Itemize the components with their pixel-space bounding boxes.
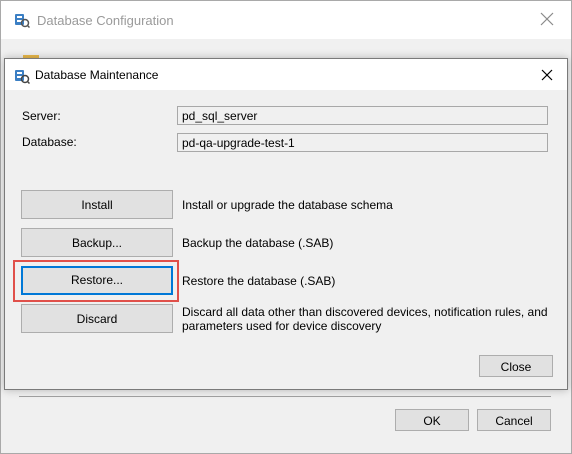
dialog-titlebar: Database Maintenance <box>5 59 567 90</box>
separator <box>19 396 551 397</box>
database-label: Database: <box>22 135 77 149</box>
database-field[interactable]: pd-qa-upgrade-test-1 <box>177 133 548 152</box>
restore-description: Restore the database (.SAB) <box>182 274 336 288</box>
app-database-icon <box>15 70 30 84</box>
discard-description-line2: parameters used for device discovery <box>182 319 382 333</box>
restore-button[interactable]: Restore... <box>21 266 173 295</box>
install-button[interactable]: Install <box>21 190 173 219</box>
discard-description: Discard all data other than discovered d… <box>182 305 548 319</box>
close-icon[interactable] <box>541 69 553 81</box>
server-field[interactable]: pd_sql_server <box>177 106 548 125</box>
parent-titlebar: Database Configuration <box>1 1 571 39</box>
ok-button[interactable]: OK <box>395 409 469 431</box>
parent-title: Database Configuration <box>37 13 174 28</box>
backup-button[interactable]: Backup... <box>21 228 173 257</box>
server-label: Server: <box>22 109 61 123</box>
discard-button[interactable]: Discard <box>21 304 173 333</box>
close-icon[interactable] <box>540 12 554 26</box>
cancel-button[interactable]: Cancel <box>477 409 551 431</box>
dialog-title: Database Maintenance <box>35 68 159 82</box>
close-button[interactable]: Close <box>479 355 553 377</box>
backup-description: Backup the database (.SAB) <box>182 236 334 250</box>
database-maintenance-dialog: Database Maintenance Server: pd_sql_serv… <box>4 58 568 390</box>
install-description: Install or upgrade the database schema <box>182 198 393 212</box>
app-database-icon <box>15 14 30 28</box>
